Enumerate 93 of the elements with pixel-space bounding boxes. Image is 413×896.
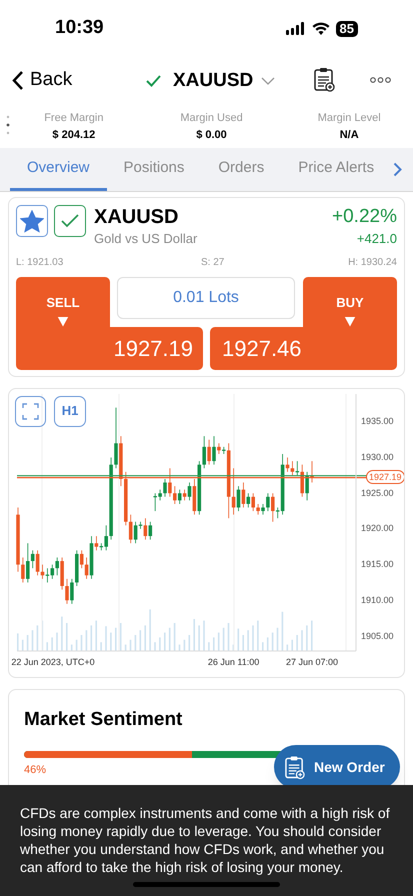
account-label: Margin Level (318, 111, 381, 126)
candlestick (65, 578, 69, 604)
fullscreen-icon (22, 402, 39, 420)
candlestick (128, 514, 132, 544)
price-axis-label: 1930.00 (361, 452, 394, 462)
check-icon (146, 75, 161, 88)
current-price-label: 1927.19 (366, 470, 404, 484)
chevron-down-icon (261, 77, 276, 86)
candlestick (55, 556, 59, 576)
candlestick (30, 549, 34, 568)
candlestick (40, 564, 44, 579)
candlestick (21, 556, 25, 582)
account-label: Free Margin (44, 111, 104, 126)
high-price: H: 1930.24 (348, 256, 397, 270)
account-value: $ 204.12 (52, 128, 96, 142)
check-icon (61, 214, 79, 228)
sell-button[interactable]: SELL (16, 276, 110, 326)
candlestick (84, 556, 88, 579)
timeframe-button[interactable]: H1 (54, 396, 86, 426)
candlestick (114, 406, 118, 468)
account-label: Margin Used (180, 111, 243, 126)
account-value: $ 0.00 (196, 128, 227, 142)
candlestick (182, 488, 186, 500)
risk-disclaimer: CFDs are complex instruments and come with a high risk of losing money rapidly due to leverage. You should consider whether you understand how CFDs work, and whether you can afford to take the high risk of losing your money. (20, 804, 391, 876)
clipboard-icon (285, 754, 305, 780)
candlestick (202, 435, 206, 468)
candlestick (26, 542, 30, 582)
chevron-left-icon (12, 70, 24, 90)
fullscreen-button[interactable] (15, 396, 46, 426)
candlestick (80, 549, 84, 568)
candlestick (144, 517, 148, 540)
price-axis-label: 1910.00 (361, 594, 394, 605)
tab[interactable]: Orders (201, 148, 282, 191)
low-price: L: 1921.03 (16, 256, 64, 270)
more-icon[interactable] (370, 77, 391, 83)
spread: S: 27 (200, 256, 224, 270)
candlestick (173, 485, 177, 504)
candlestick (246, 492, 250, 508)
price-axis-label: 1905.00 (361, 630, 394, 640)
candlestick (217, 442, 221, 454)
sentiment-title: Market Sentiment (24, 708, 184, 732)
account-value: N/A (340, 128, 359, 142)
time-axis-label: 22 Jun 2023, UTC+0 (11, 656, 95, 668)
favorite-button[interactable] (16, 205, 48, 237)
candlestick (70, 578, 74, 604)
signal-icon (286, 22, 306, 35)
wifi-icon (312, 22, 330, 35)
candlestick (163, 478, 167, 497)
candlestick (290, 460, 294, 476)
drag-handle-icon[interactable] (6, 114, 10, 136)
candlestick (212, 435, 216, 465)
change-points: +421.0 (356, 230, 397, 248)
candlestick (178, 488, 182, 504)
price-axis-label: 1935.00 (361, 416, 394, 426)
symbol-selector[interactable]: XAUUSD (173, 67, 276, 96)
buy-price-button[interactable]: 1927.46 (210, 326, 397, 370)
candlestick (232, 467, 236, 515)
check-button[interactable] (54, 205, 86, 237)
candlestick (36, 549, 40, 576)
price-axis-label: 1920.00 (361, 523, 394, 534)
price-axis-label: 1915.00 (361, 559, 394, 570)
chevron-right-icon[interactable] (393, 162, 402, 177)
change-percent: +0.22% (332, 205, 397, 229)
candlestick (168, 467, 172, 497)
tab[interactable]: Price Alerts (281, 148, 392, 191)
instrument-symbol: XAUUSD (94, 205, 180, 229)
candlestick (286, 456, 290, 472)
candlestick (242, 482, 246, 508)
candlestick (261, 503, 265, 515)
clipboard-icon[interactable] (314, 67, 335, 92)
candlestick (188, 482, 192, 500)
candlestick (148, 520, 152, 540)
time-axis-label: 27 Jun 07:00 (286, 656, 338, 668)
tab[interactable]: Overview (10, 148, 107, 191)
candlestick (94, 535, 98, 550)
candlestick (251, 492, 255, 511)
back-button[interactable]: Back (12, 66, 72, 94)
buy-button[interactable]: BUY (303, 276, 397, 326)
candlestick (236, 485, 240, 511)
time-axis-label: 26 Jun 11:00 (208, 656, 260, 668)
sell-price-button[interactable]: 1927.19 (16, 326, 203, 370)
candlestick (296, 460, 300, 476)
candlestick (266, 492, 270, 511)
price-axis-label: 1925.00 (361, 488, 394, 498)
candlestick (207, 438, 211, 465)
battery-indicator: 85 (336, 20, 358, 36)
candlestick (271, 492, 275, 522)
sell-sentiment-label: 46% (24, 763, 46, 778)
candlestick (256, 503, 260, 515)
lots-field[interactable]: 0.01 Lots (117, 276, 295, 318)
tab[interactable]: Positions (106, 148, 202, 191)
instrument-description: Gold vs US Dollar (94, 230, 198, 248)
status-time: 10:39 (55, 16, 104, 40)
